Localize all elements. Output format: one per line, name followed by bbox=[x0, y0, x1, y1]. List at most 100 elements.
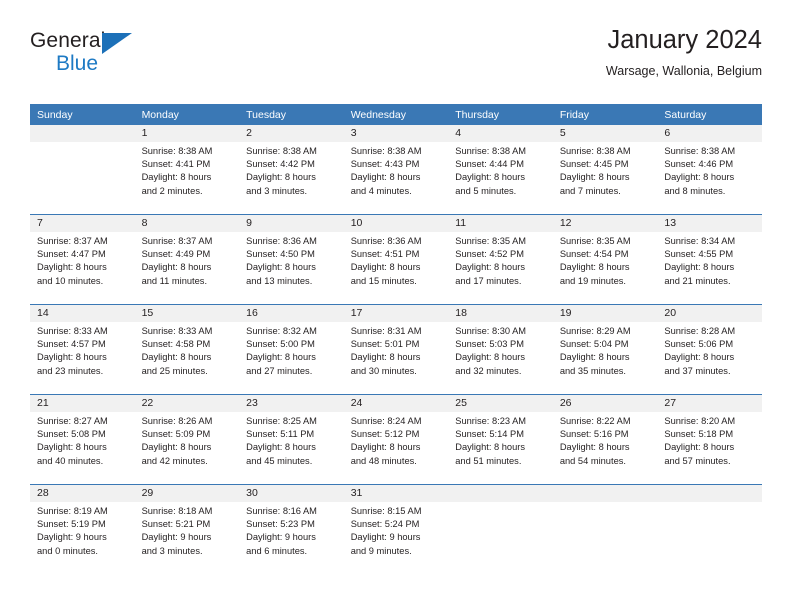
title-block: January 2024 Warsage, Wallonia, Belgium bbox=[606, 26, 762, 78]
day-cell[interactable]: 7 Sunrise: 8:37 AM Sunset: 4:47 PM Daylight… bbox=[30, 215, 135, 304]
day-details: Sunrise: 8:25 AM Sunset: 5:11 PM Daylight:… bbox=[239, 412, 344, 468]
day-cell[interactable]: 5 Sunrise: 8:38 AM Sunset: 4:45 PM Daylight… bbox=[552, 125, 658, 214]
day-cell[interactable]: 12 Sunrise: 8:35 AM Sunset: 4:54 PM Dayligh… bbox=[552, 215, 658, 304]
day-cell[interactable]: 11 Sunrise: 8:35 AM Sunset: 4:52 PM Dayligh… bbox=[448, 215, 553, 304]
daylight-duration-line2: and 32 minutes. bbox=[455, 365, 522, 376]
day-details: Sunrise: 8:23 AM Sunset: 5:14 PM Daylight:… bbox=[448, 412, 553, 468]
daylight-duration-line1: Daylight: 8 hours bbox=[350, 172, 421, 183]
daylight-duration-line2: and 13 minutes. bbox=[246, 275, 313, 286]
daylight-duration-line2: and 4 minutes. bbox=[350, 185, 412, 196]
brand-logo[interactable]: General Blue bbox=[30, 26, 180, 82]
day-cell[interactable]: 15 Sunrise: 8:33 AM Sunset: 4:58 PM Dayligh… bbox=[134, 305, 240, 394]
day-cell[interactable]: 28 Sunrise: 8:19 AM Sunset: 5:19 PM Dayligh… bbox=[30, 485, 135, 574]
daylight-duration-line2: and 54 minutes. bbox=[559, 455, 626, 466]
day-cell[interactable]: 14 Sunrise: 8:33 AM Sunset: 4:57 PM Dayligh… bbox=[30, 305, 135, 394]
day-cell[interactable]: 8 Sunrise: 8:37 AM Sunset: 4:49 PM Daylight… bbox=[134, 215, 240, 304]
weekday-header-saturday: Saturday bbox=[664, 109, 707, 121]
sunset-time: Sunset: 5:23 PM bbox=[246, 519, 315, 530]
daylight-duration-line1: Daylight: 8 hours bbox=[246, 262, 316, 273]
daylight-duration-line2: and 2 minutes. bbox=[141, 185, 203, 196]
day-cell[interactable]: 9 Sunrise: 8:36 AM Sunset: 4:50 PM Daylight… bbox=[239, 215, 344, 304]
daylight-duration-line2: and 51 minutes. bbox=[455, 455, 522, 466]
day-cell[interactable]: 2 Sunrise: 8:38 AM Sunset: 4:42 PM Daylight… bbox=[239, 125, 344, 214]
daylight-duration-line2: and 10 minutes. bbox=[37, 275, 104, 286]
day-cell[interactable]: 27 Sunrise: 8:20 AM Sunset: 5:18 PM Dayligh… bbox=[657, 395, 762, 484]
daylight-duration-line2: and 48 minutes. bbox=[350, 455, 417, 466]
day-details: Sunrise: 8:30 AM Sunset: 5:03 PM Daylight:… bbox=[448, 322, 553, 378]
calendar-week-row: 1 Sunrise: 8:38 AM Sunset: 4:41 PM Daylight… bbox=[30, 125, 762, 214]
sunrise-time: Sunrise: 8:34 AM bbox=[664, 236, 736, 246]
daylight-duration-line2: and 40 minutes. bbox=[37, 455, 104, 466]
daylight-duration-line1: Daylight: 8 hours bbox=[37, 262, 107, 273]
day-cell[interactable]: 23 Sunrise: 8:25 AM Sunset: 5:11 PM Dayligh… bbox=[239, 395, 344, 484]
day-number: 22 bbox=[134, 395, 240, 412]
day-number: 8 bbox=[134, 215, 240, 232]
day-cell[interactable]: 30 Sunrise: 8:16 AM Sunset: 5:23 PM Dayligh… bbox=[239, 485, 344, 574]
day-details: Sunrise: 8:34 AM Sunset: 4:55 PM Daylight:… bbox=[657, 232, 762, 288]
day-cell[interactable]: 3 Sunrise: 8:38 AM Sunset: 4:43 PM Daylight… bbox=[343, 125, 449, 214]
day-cell[interactable]: 10 Sunrise: 8:36 AM Sunset: 4:51 PM Dayligh… bbox=[343, 215, 449, 304]
day-number: 12 bbox=[552, 215, 658, 232]
sunset-time: Sunset: 5:08 PM bbox=[37, 429, 106, 440]
day-cell[interactable]: 19 Sunrise: 8:29 AM Sunset: 5:04 PM Dayligh… bbox=[552, 305, 658, 394]
sunrise-time: Sunrise: 8:31 AM bbox=[350, 326, 422, 336]
day-cell[interactable]: 29 Sunrise: 8:18 AM Sunset: 5:21 PM Dayligh… bbox=[134, 485, 240, 574]
day-details: Sunrise: 8:28 AM Sunset: 5:06 PM Daylight:… bbox=[657, 322, 762, 378]
calendar-week-row: 21 Sunrise: 8:27 AM Sunset: 5:08 PM Dayligh… bbox=[30, 394, 762, 484]
weekday-header-sunday: Sunday bbox=[37, 109, 73, 121]
sunset-time: Sunset: 5:00 PM bbox=[246, 339, 315, 350]
day-cell[interactable]: 1 Sunrise: 8:38 AM Sunset: 4:41 PM Daylight… bbox=[134, 125, 240, 214]
day-cell[interactable]: 25 Sunrise: 8:23 AM Sunset: 5:14 PM Dayligh… bbox=[448, 395, 553, 484]
sunrise-time: Sunrise: 8:19 AM bbox=[37, 506, 108, 516]
daylight-duration-line1: Daylight: 8 hours bbox=[350, 262, 421, 273]
day-number: 13 bbox=[657, 215, 762, 232]
day-number: 3 bbox=[343, 125, 449, 142]
logo-text-blue: Blue bbox=[56, 52, 99, 75]
day-cell[interactable]: 22 Sunrise: 8:26 AM Sunset: 5:09 PM Dayligh… bbox=[134, 395, 240, 484]
sunrise-time: Sunrise: 8:20 AM bbox=[664, 416, 736, 426]
page-title: January 2024 bbox=[607, 26, 762, 54]
daylight-duration-line2: and 17 minutes. bbox=[455, 275, 522, 286]
calendar-week-row: 7 Sunrise: 8:37 AM Sunset: 4:47 PM Daylight… bbox=[30, 214, 762, 304]
day-cell[interactable]: 31 Sunrise: 8:15 AM Sunset: 5:24 PM Dayligh… bbox=[343, 485, 449, 574]
day-cell[interactable]: 26 Sunrise: 8:22 AM Sunset: 5:16 PM Dayligh… bbox=[552, 395, 658, 484]
daylight-duration-line2: and 57 minutes. bbox=[664, 455, 731, 466]
sunset-time: Sunset: 4:58 PM bbox=[141, 339, 211, 350]
daylight-duration-line1: Daylight: 8 hours bbox=[141, 172, 212, 183]
day-details: Sunrise: 8:24 AM Sunset: 5:12 PM Daylight:… bbox=[344, 412, 449, 468]
sunrise-time: Sunrise: 8:29 AM bbox=[559, 326, 631, 336]
daylight-duration-line2: and 6 minutes. bbox=[246, 545, 308, 556]
sunset-time: Sunset: 5:19 PM bbox=[37, 519, 106, 530]
sunset-time: Sunset: 4:41 PM bbox=[141, 159, 211, 170]
sunset-time: Sunset: 4:47 PM bbox=[37, 249, 106, 260]
sunset-time: Sunset: 5:09 PM bbox=[141, 429, 211, 440]
day-cell[interactable]: 17 Sunrise: 8:31 AM Sunset: 5:01 PM Dayligh… bbox=[343, 305, 449, 394]
day-cell[interactable]: 21 Sunrise: 8:27 AM Sunset: 5:08 PM Dayligh… bbox=[30, 395, 135, 484]
daylight-duration-line1: Daylight: 8 hours bbox=[141, 352, 212, 363]
day-cell[interactable]: 6 Sunrise: 8:38 AM Sunset: 4:46 PM Daylight… bbox=[657, 125, 762, 214]
day-details: Sunrise: 8:38 AM Sunset: 4:42 PM Daylight:… bbox=[239, 142, 344, 198]
day-cell[interactable]: 4 Sunrise: 8:38 AM Sunset: 4:44 PM Daylight… bbox=[448, 125, 553, 214]
day-cell[interactable]: 13 Sunrise: 8:34 AM Sunset: 4:55 PM Dayligh… bbox=[657, 215, 762, 304]
day-cell[interactable]: 24 Sunrise: 8:24 AM Sunset: 5:12 PM Dayligh… bbox=[343, 395, 449, 484]
sunrise-time: Sunrise: 8:38 AM bbox=[664, 146, 736, 156]
day-number: 9 bbox=[239, 215, 344, 232]
daylight-duration-line2: and 27 minutes. bbox=[246, 365, 313, 376]
day-cell[interactable]: 16 Sunrise: 8:32 AM Sunset: 5:00 PM Dayligh… bbox=[239, 305, 344, 394]
day-number: 17 bbox=[343, 305, 449, 322]
day-details: Sunrise: 8:15 AM Sunset: 5:24 PM Daylight:… bbox=[344, 502, 449, 558]
daylight-duration-line1: Daylight: 8 hours bbox=[664, 172, 735, 183]
day-cell-empty bbox=[552, 485, 658, 574]
day-details: Sunrise: 8:31 AM Sunset: 5:01 PM Daylight:… bbox=[344, 322, 449, 378]
daylight-duration-line1: Daylight: 8 hours bbox=[664, 442, 735, 453]
day-number: 21 bbox=[30, 395, 135, 412]
day-details: Sunrise: 8:38 AM Sunset: 4:45 PM Daylight:… bbox=[553, 142, 658, 198]
day-number: 4 bbox=[448, 125, 553, 142]
day-number: 30 bbox=[239, 485, 344, 502]
day-number: 14 bbox=[30, 305, 135, 322]
day-cell[interactable]: 18 Sunrise: 8:30 AM Sunset: 5:03 PM Dayligh… bbox=[448, 305, 553, 394]
day-cell[interactable]: 20 Sunrise: 8:28 AM Sunset: 5:06 PM Dayligh… bbox=[657, 305, 762, 394]
day-details: Sunrise: 8:38 AM Sunset: 4:41 PM Daylight:… bbox=[135, 142, 240, 198]
day-number: 31 bbox=[343, 485, 449, 502]
daylight-duration-line1: Daylight: 8 hours bbox=[664, 352, 735, 363]
